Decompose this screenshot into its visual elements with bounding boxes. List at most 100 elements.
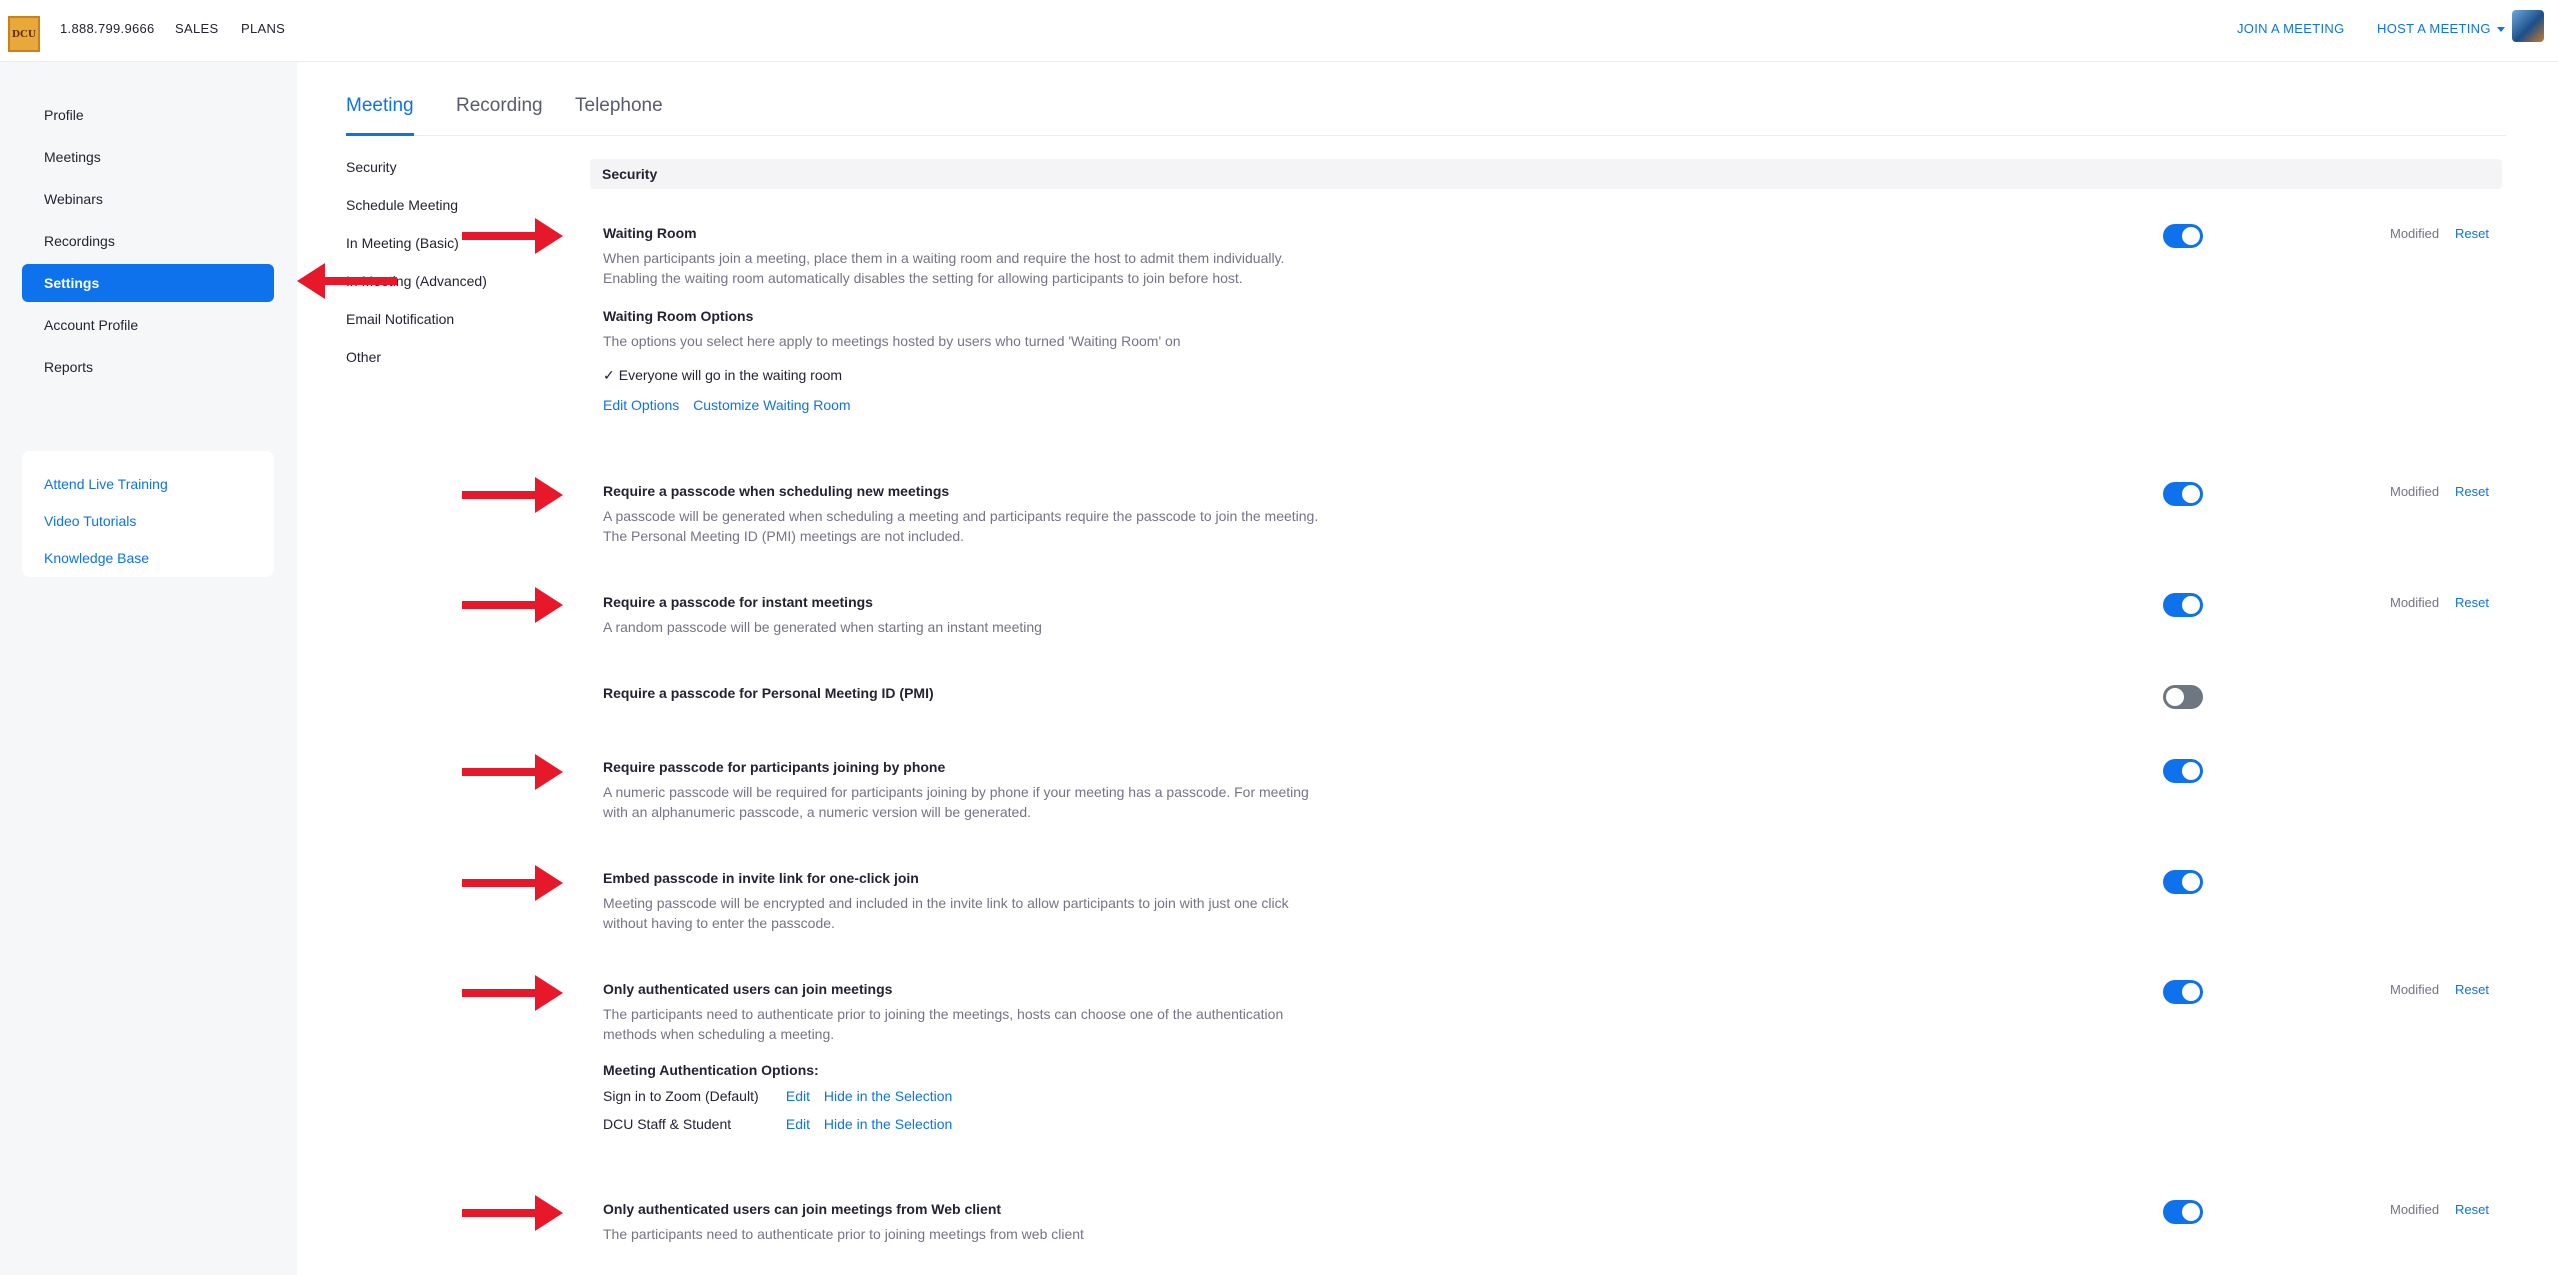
arrow-head xyxy=(535,587,563,623)
toggle-waiting-room[interactable] xyxy=(2163,224,2203,248)
subnav-email-notification[interactable]: Email Notification xyxy=(346,309,546,347)
toggle-passcode-scheduling[interactable] xyxy=(2163,482,2203,506)
edit-options-link[interactable]: Edit Options xyxy=(603,397,679,413)
video-tutorials-link[interactable]: Video Tutorials xyxy=(44,503,252,540)
waiting-room-option: ✓ Everyone will go in the waiting room xyxy=(603,365,2503,385)
auth-option-hide-link[interactable]: Hide in the Selection xyxy=(824,1088,952,1104)
sidebar-item-recordings[interactable]: Recordings xyxy=(22,222,274,260)
setting-passcode-pmi: Require a passcode for Personal Meeting … xyxy=(603,683,2503,703)
waiting-room-options-desc: The options you select here apply to mee… xyxy=(603,333,1181,349)
section-header-security: Security xyxy=(590,159,2502,189)
right-arrow-annotation xyxy=(462,587,563,623)
sidebar-item-meetings[interactable]: Meetings xyxy=(22,138,274,176)
waiting-room-options-title: Waiting Room Options xyxy=(603,308,754,324)
sidebar-item-settings[interactable]: Settings xyxy=(22,264,274,302)
sidebar-item-webinars[interactable]: Webinars xyxy=(22,180,274,218)
setting-desc: A random passcode will be generated when… xyxy=(603,619,1042,635)
setting-passcode-scheduling: Require a passcode when scheduling new m… xyxy=(603,481,2503,546)
customize-waiting-room-link[interactable]: Customize Waiting Room xyxy=(693,397,850,413)
setting-title: Require passcode for participants joinin… xyxy=(603,759,946,775)
check-icon: ✓ xyxy=(603,367,615,383)
toggle-passcode-pmi[interactable] xyxy=(2163,685,2203,709)
sidebar-item-reports[interactable]: Reports xyxy=(22,348,274,386)
sales-link[interactable]: SALES xyxy=(175,21,218,36)
auth-option-name: Sign in to Zoom (Default) xyxy=(603,1088,759,1104)
setting-title: Embed passcode in invite link for one-cl… xyxy=(603,870,919,886)
dcu-logo[interactable]: DCU xyxy=(8,16,40,52)
toggle-embed-passcode[interactable] xyxy=(2163,870,2203,894)
setting-passcode-instant: Require a passcode for instant meetings … xyxy=(603,592,2503,637)
sidebar-nav: Profile Meetings Webinars Recordings Set… xyxy=(22,96,274,390)
setting-title: Waiting Room xyxy=(603,225,697,241)
setting-desc: The participants need to authenticate pr… xyxy=(603,1226,1084,1242)
setting-waiting-room: Waiting Room When participants join a me… xyxy=(603,223,2503,413)
tab-recording[interactable]: Recording xyxy=(456,95,543,136)
auth-option-name: DCU Staff & Student xyxy=(603,1116,732,1132)
reset-auth-web-link[interactable]: Reset xyxy=(2455,1202,2489,1217)
arrow-shaft xyxy=(462,989,537,997)
plans-link[interactable]: PLANS xyxy=(241,21,285,36)
setting-title: Only authenticated users can join meetin… xyxy=(603,981,893,997)
auth-option-row: Sign in to Zoom (Default) Edit Hide in t… xyxy=(603,1086,2503,1114)
toggle-knob xyxy=(2182,873,2200,891)
toggle-knob xyxy=(2182,1203,2200,1221)
setting-title: Require a passcode for Personal Meeting … xyxy=(603,685,934,701)
setting-desc: A passcode will be generated when schedu… xyxy=(603,508,1319,544)
toggle-passcode-instant[interactable] xyxy=(2163,593,2203,617)
setting-desc: A numeric passcode will be required for … xyxy=(603,784,1309,820)
arrow-shaft xyxy=(462,232,537,240)
sidebar-item-account-profile[interactable]: Account Profile xyxy=(22,306,274,344)
chevron-down-icon xyxy=(2496,27,2505,33)
toggle-auth-web[interactable] xyxy=(2163,1200,2203,1224)
tab-telephone[interactable]: Telephone xyxy=(575,95,663,136)
avatar[interactable] xyxy=(2512,10,2544,42)
toggle-auth-users[interactable] xyxy=(2163,980,2203,1004)
toggle-passcode-phone[interactable] xyxy=(2163,759,2203,783)
auth-options-title: Meeting Authentication Options: xyxy=(603,1062,819,1078)
reset-passcode-scheduling-link[interactable]: Reset xyxy=(2455,484,2489,499)
modified-label: Modified xyxy=(2390,982,2440,997)
reset-waiting-room-link[interactable]: Reset xyxy=(2455,226,2489,241)
reset-passcode-instant-link[interactable]: Reset xyxy=(2455,595,2489,610)
setting-title: Require a passcode for instant meetings xyxy=(603,594,873,610)
left-arrow-annotation xyxy=(297,263,397,299)
auth-option-edit-link[interactable]: Edit xyxy=(786,1088,810,1104)
arrow-head xyxy=(535,754,563,790)
subnav-other[interactable]: Other xyxy=(346,347,546,385)
auth-option-edit-link[interactable]: Edit xyxy=(786,1116,810,1132)
modified-label: Modified xyxy=(2390,226,2440,241)
host-meeting-label: HOST A MEETING xyxy=(2377,21,2491,36)
setting-desc: When participants join a meeting, place … xyxy=(603,250,1285,286)
arrow-shaft xyxy=(323,277,397,285)
phone-number: 1.888.799.9666 xyxy=(60,21,155,36)
host-meeting-link[interactable]: HOST A MEETING xyxy=(2377,21,2505,36)
sidebar: Profile Meetings Webinars Recordings Set… xyxy=(0,62,297,1275)
setting-embed-passcode: Embed passcode in invite link for one-cl… xyxy=(603,868,2503,933)
knowledge-base-link[interactable]: Knowledge Base xyxy=(44,540,252,577)
right-arrow-annotation xyxy=(462,865,563,901)
right-arrow-annotation xyxy=(462,477,563,513)
setting-desc: The participants need to authenticate pr… xyxy=(603,1006,1284,1042)
modified-label: Modified xyxy=(2390,484,2440,499)
right-arrow-annotation xyxy=(462,975,563,1011)
toggle-knob xyxy=(2166,688,2184,706)
setting-title: Require a passcode when scheduling new m… xyxy=(603,483,950,499)
help-links-box: Attend Live Training Video Tutorials Kno… xyxy=(22,451,274,577)
auth-option-hide-link[interactable]: Hide in the Selection xyxy=(824,1116,952,1132)
setting-passcode-phone: Require passcode for participants joinin… xyxy=(603,757,2503,822)
toggle-knob xyxy=(2182,596,2200,614)
attend-live-training-link[interactable]: Attend Live Training xyxy=(44,466,252,503)
reset-auth-users-link[interactable]: Reset xyxy=(2455,982,2489,997)
subnav-security[interactable]: Security xyxy=(346,157,546,195)
sidebar-item-profile[interactable]: Profile xyxy=(22,96,274,134)
modified-label: Modified xyxy=(2390,1202,2440,1217)
auth-option-row: DCU Staff & Student Edit Hide in the Sel… xyxy=(603,1114,2503,1142)
toggle-knob xyxy=(2182,983,2200,1001)
waiting-room-option-label: Everyone will go in the waiting room xyxy=(618,367,843,383)
join-meeting-link[interactable]: JOIN A MEETING xyxy=(2237,21,2345,36)
arrow-shaft xyxy=(462,1209,537,1217)
arrow-head xyxy=(535,1195,563,1231)
setting-auth-users: Only authenticated users can join meetin… xyxy=(603,979,2503,1142)
tab-meeting[interactable]: Meeting xyxy=(346,95,414,136)
toggle-knob xyxy=(2182,762,2200,780)
